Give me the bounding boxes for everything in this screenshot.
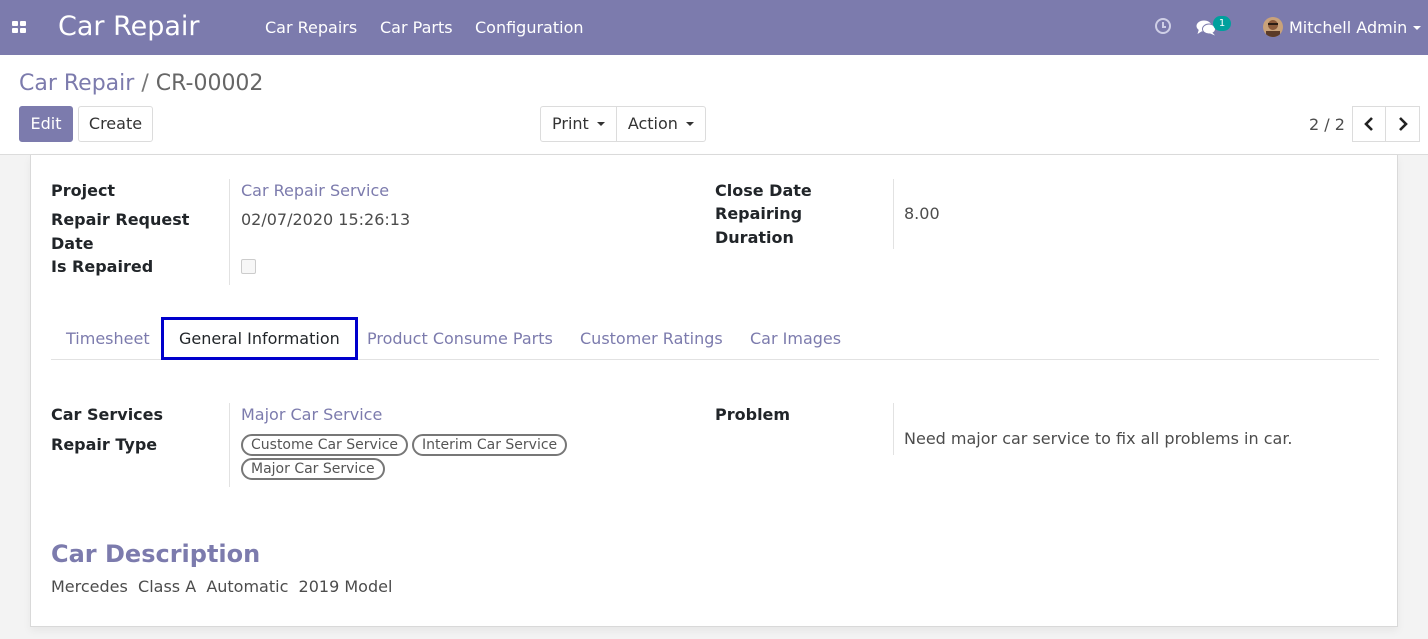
pager-previous-button[interactable] bbox=[1352, 106, 1386, 142]
print-label: Print bbox=[552, 114, 589, 133]
tab-car-images[interactable]: Car Images bbox=[735, 317, 856, 360]
notebook-tabs: Timesheet General Information Product Co… bbox=[51, 317, 1379, 360]
caret-down-icon bbox=[596, 122, 605, 126]
car-services-field[interactable]: Major Car Service bbox=[241, 403, 382, 427]
chevron-left-icon bbox=[1364, 117, 1373, 131]
repair-type-tag[interactable]: Custome Car Service bbox=[241, 434, 408, 456]
problem-label: Problem bbox=[715, 405, 791, 424]
repairing-duration-label-line2: Duration bbox=[715, 228, 794, 247]
print-action-group: Print Action bbox=[540, 106, 706, 142]
project-field[interactable]: Car Repair Service bbox=[241, 179, 389, 203]
field-separator bbox=[893, 403, 894, 455]
app-brand[interactable]: Car Repair bbox=[58, 11, 200, 42]
repair-request-date-field[interactable]: 02/07/2020 15:26:13 bbox=[241, 208, 410, 232]
print-dropdown-button[interactable]: Print bbox=[541, 107, 616, 141]
repairing-duration-field[interactable]: 8.00 bbox=[904, 202, 940, 226]
user-menu-name[interactable]: Mitchell Admin bbox=[1289, 18, 1407, 37]
messages-count-badge: 1 bbox=[1213, 16, 1231, 31]
breadcrumb-current: CR-00002 bbox=[155, 71, 264, 96]
pager-next-button[interactable] bbox=[1386, 106, 1420, 142]
repair-request-date-label-line1: Repair Request bbox=[51, 210, 190, 229]
car-description-text[interactable]: Mercedes Class A Automatic 2019 Model bbox=[51, 577, 392, 596]
breadcrumb-parent[interactable]: Car Repair bbox=[19, 71, 134, 96]
user-menu-caret-icon[interactable] bbox=[1413, 26, 1421, 30]
action-dropdown-button[interactable]: Action bbox=[615, 107, 705, 141]
edit-button[interactable]: Edit bbox=[19, 106, 73, 142]
caret-down-icon bbox=[685, 122, 694, 126]
is-repaired-label: Is Repaired bbox=[51, 257, 154, 276]
menu-item-car-parts[interactable]: Car Parts bbox=[380, 18, 453, 37]
repairing-duration-label-line1: Repairing bbox=[715, 204, 803, 223]
repair-type-tag[interactable]: Major Car Service bbox=[241, 458, 385, 480]
clock-icon[interactable] bbox=[1155, 18, 1171, 34]
repair-type-tag[interactable]: Interim Car Service bbox=[412, 434, 568, 456]
tab-general-information[interactable]: General Information bbox=[161, 317, 358, 360]
field-separator bbox=[893, 179, 894, 249]
car-services-label: Car Services bbox=[51, 405, 164, 424]
tab-product-consume-parts[interactable]: Product Consume Parts bbox=[352, 317, 568, 360]
breadcrumb: Car Repair / CR-00002 bbox=[19, 71, 263, 96]
repair-request-date-label-line2: Date bbox=[51, 234, 94, 253]
pager-value[interactable]: 2 / 2 bbox=[1309, 115, 1345, 134]
action-label: Action bbox=[627, 114, 678, 133]
apps-grid-icon[interactable] bbox=[12, 21, 26, 33]
is-repaired-checkbox[interactable] bbox=[241, 259, 256, 274]
menu-item-configuration[interactable]: Configuration bbox=[475, 18, 584, 37]
field-separator bbox=[229, 403, 230, 487]
field-separator bbox=[229, 179, 230, 285]
problem-field[interactable]: Need major car service to fix all proble… bbox=[904, 427, 1293, 451]
user-avatar[interactable] bbox=[1263, 17, 1283, 37]
breadcrumb-separator: / bbox=[141, 71, 149, 96]
tab-timesheet[interactable]: Timesheet bbox=[51, 317, 165, 360]
control-panel: Car Repair / CR-00002 Edit Create Print … bbox=[0, 55, 1428, 155]
create-button[interactable]: Create bbox=[78, 106, 153, 142]
pager-buttons bbox=[1352, 106, 1420, 142]
top-navbar: Car Repair Car Repairs Car Parts Configu… bbox=[0, 0, 1428, 55]
close-date-label: Close Date bbox=[715, 181, 812, 200]
project-label: Project bbox=[51, 181, 116, 200]
car-description-title: Car Description bbox=[51, 540, 261, 568]
repair-type-label: Repair Type bbox=[51, 435, 158, 454]
chevron-right-icon bbox=[1398, 117, 1408, 131]
tab-customer-ratings[interactable]: Customer Ratings bbox=[565, 317, 738, 360]
form-sheet: Project Repair Request Date Is Repaired … bbox=[30, 155, 1398, 627]
menu-item-car-repairs[interactable]: Car Repairs bbox=[265, 18, 357, 37]
